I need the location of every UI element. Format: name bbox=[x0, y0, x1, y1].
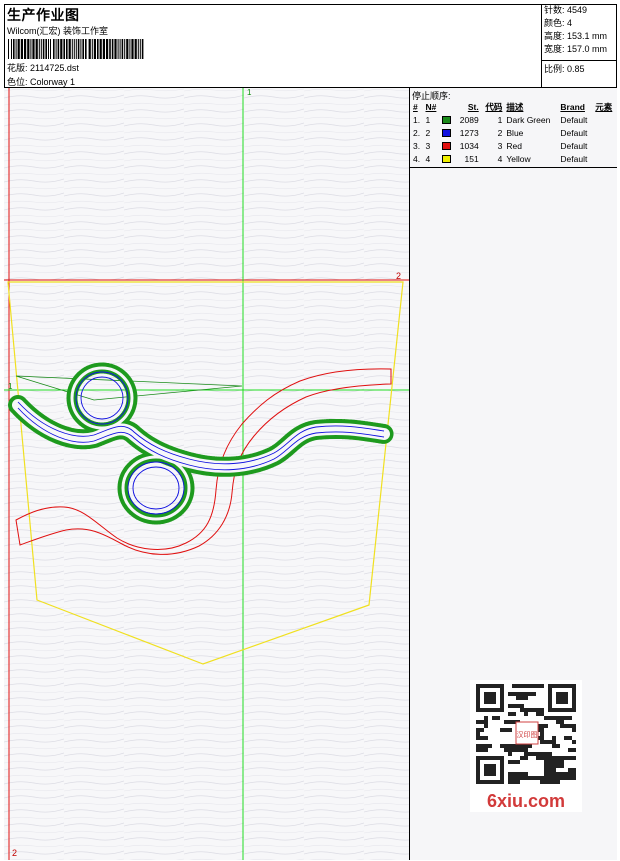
sheet-title: 生产作业图 bbox=[7, 7, 80, 23]
design-canvas: 1 2 1 2 bbox=[4, 88, 409, 860]
stats-panel: 针数: 4549 颜色: 4 高度: 153.1 mm 宽度: 157.0 mm… bbox=[541, 4, 617, 88]
stop-stitches: 2089 bbox=[459, 114, 479, 125]
stat-scale: 比例: 0.85 bbox=[544, 64, 585, 74]
marker-right: 2 bbox=[396, 271, 401, 281]
col-code: 代码 bbox=[485, 102, 503, 112]
stop-row: 4. 4 151 4 Yellow Default bbox=[411, 152, 617, 165]
color-swatch-icon bbox=[442, 155, 452, 164]
colorway-label: 色位: bbox=[7, 77, 28, 87]
stop-element bbox=[593, 113, 617, 126]
stop-table-header: # N# St. 代码 描述 Brand 元素 bbox=[411, 101, 617, 113]
stop-description: Blue bbox=[506, 127, 524, 138]
stop-brand: Default bbox=[560, 127, 588, 138]
qr-code: 汉印图 6xiu.com bbox=[470, 680, 582, 812]
stop-element bbox=[593, 139, 617, 152]
stop-code: 2 bbox=[497, 127, 503, 138]
stop-row: 3. 3 1034 3 Red Default bbox=[411, 139, 617, 152]
stop-element bbox=[593, 126, 617, 139]
stop-needle: 2 bbox=[425, 127, 431, 138]
stats-divider bbox=[542, 56, 617, 61]
barcode bbox=[8, 39, 144, 59]
stop-panel-divider bbox=[410, 167, 617, 168]
qr-watermark: 汉印图 6xiu.com bbox=[470, 680, 582, 812]
stop-index: 4. bbox=[413, 153, 421, 164]
stop-needle: 1 bbox=[425, 114, 431, 125]
stat-colors: 颜色: 4 bbox=[544, 18, 573, 28]
stop-stitches: 151 bbox=[464, 153, 479, 164]
stop-index: 3. bbox=[413, 140, 421, 151]
color-swatch-icon bbox=[442, 129, 452, 138]
marker-left: 1 bbox=[8, 382, 13, 391]
stop-description: Dark Green bbox=[506, 114, 551, 125]
design-svg: 1 2 1 2 bbox=[4, 88, 409, 860]
stop-index: 2. bbox=[413, 127, 421, 138]
stop-needle: 4 bbox=[425, 153, 431, 164]
seal-text: 汉印图 bbox=[517, 731, 538, 739]
stat-width: 宽度: 157.0 mm bbox=[544, 44, 608, 54]
col-description: 描述 bbox=[506, 102, 524, 112]
stop-color-swatch bbox=[440, 126, 455, 139]
colorway: 色位: Colorway 1 bbox=[7, 75, 75, 88]
marker-top: 1 bbox=[247, 88, 252, 97]
stop-sequence-table: # N# St. 代码 描述 Brand 元素 1. 1 2089 1 Dark Gre… bbox=[411, 101, 617, 165]
stop-needle: 3 bbox=[425, 140, 431, 151]
stop-index: 1. bbox=[413, 114, 421, 125]
stat-height: 高度: 153.1 mm bbox=[544, 31, 608, 41]
design-value: 2114725.dst bbox=[30, 63, 79, 73]
marker-bottom: 2 bbox=[12, 848, 17, 858]
watermark-text: 6xiu.com bbox=[487, 791, 565, 811]
color-swatch-icon bbox=[442, 116, 452, 125]
stat-stitches: 针数: 4549 bbox=[544, 5, 588, 15]
stop-brand: Default bbox=[560, 140, 588, 151]
stop-brand: Default bbox=[560, 114, 588, 125]
stop-element bbox=[593, 152, 617, 165]
stop-description: Yellow bbox=[506, 153, 531, 164]
stop-code: 1 bbox=[497, 114, 503, 125]
color-swatch-icon bbox=[442, 142, 452, 151]
stop-code: 4 bbox=[497, 153, 503, 164]
col-stitches: St. bbox=[467, 102, 479, 112]
colorway-value: Colorway 1 bbox=[30, 77, 76, 87]
studio-name: Wilcom(汇宏) 装饰工作室 bbox=[7, 26, 108, 36]
design-file: 花版: 2114725.dst bbox=[7, 61, 79, 74]
stop-description: Red bbox=[506, 140, 522, 151]
stop-stitches: 1273 bbox=[459, 127, 479, 138]
col-brand: Brand bbox=[560, 102, 585, 112]
col-index: # bbox=[413, 102, 418, 112]
stop-color-swatch bbox=[440, 139, 455, 152]
col-element: 元素 bbox=[595, 102, 613, 112]
stop-brand: Default bbox=[560, 153, 588, 164]
stop-color-swatch bbox=[440, 113, 455, 126]
col-needle: N# bbox=[425, 102, 437, 112]
sheet-header: 生产作业图 Wilcom(汇宏) 装饰工作室 花版: 2114725.dst 色… bbox=[4, 4, 617, 88]
stop-stitches: 1034 bbox=[459, 140, 479, 151]
design-label: 花版: bbox=[7, 63, 28, 73]
stop-row: 1. 1 2089 1 Dark Green Default bbox=[411, 113, 617, 126]
stop-code: 3 bbox=[497, 140, 503, 151]
stop-color-swatch bbox=[440, 152, 455, 165]
stop-row: 2. 2 1273 2 Blue Default bbox=[411, 126, 617, 139]
